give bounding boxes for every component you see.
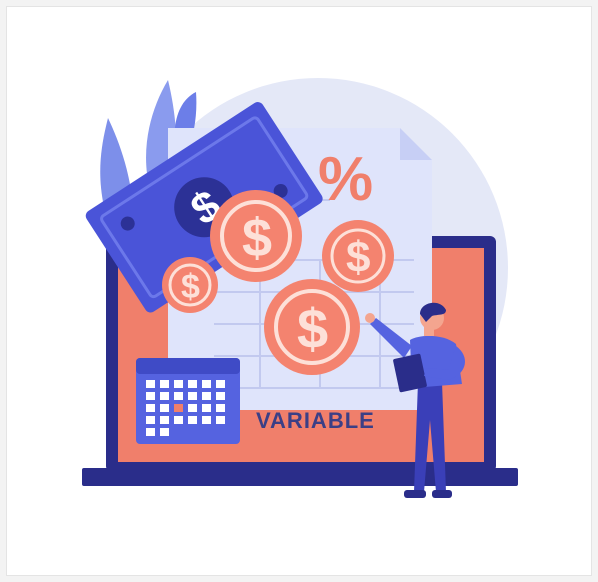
calendar (136, 358, 240, 444)
svg-text:$: $ (242, 208, 272, 268)
svg-text:$: $ (346, 233, 370, 282)
svg-text:$: $ (181, 268, 200, 306)
coin-small-left: $ (162, 257, 218, 313)
variable-income-illustration: % $ $ $ $ $ VARIABLE (82, 78, 518, 498)
coin-large-top: $ (210, 190, 302, 282)
coin-large-bottom: $ (264, 279, 360, 375)
coin-medium-right: $ (322, 220, 394, 292)
calendar-highlight-day (174, 404, 183, 412)
variable-label: VARIABLE (256, 408, 375, 433)
percent-symbol: % (318, 145, 373, 214)
svg-text:$: $ (297, 297, 328, 360)
laptop-base (82, 468, 518, 486)
